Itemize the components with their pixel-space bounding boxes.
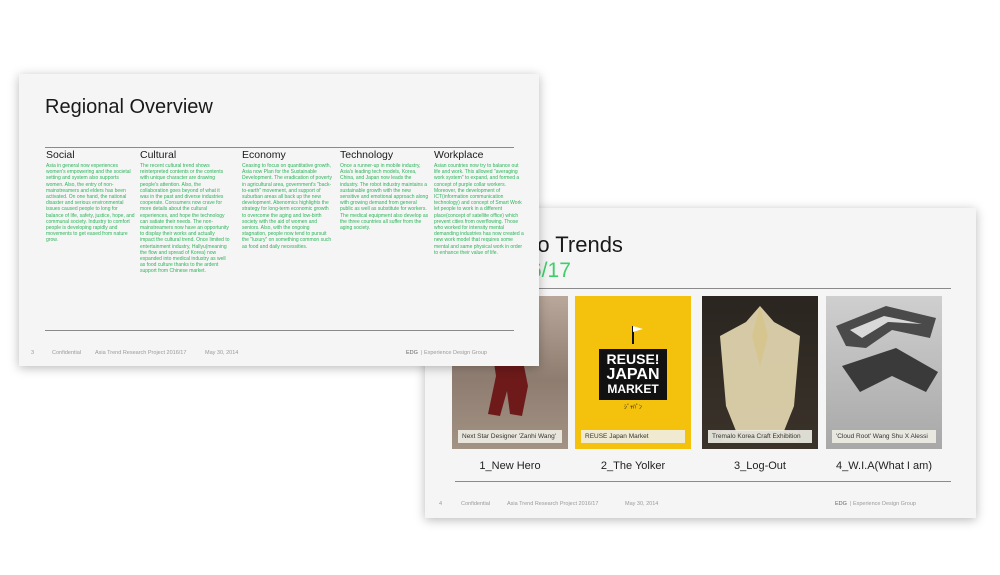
page-number: 3: [31, 350, 35, 356]
footer-project: Asia Trend Research Project 2016/17: [507, 501, 599, 507]
garment-photo: [720, 306, 800, 441]
card-caption: Next Star Designer 'Zanhi Wang': [458, 430, 562, 443]
column-heading: Technology: [340, 149, 394, 161]
trend-card-wia[interactable]: 'Cloud Root' Wang Shu X Alessi: [826, 296, 942, 449]
column-body: Asia in general now experiences women's …: [46, 163, 135, 244]
column-economy: Economy Ceasing to focus on quantitative…: [242, 149, 332, 250]
footer-org-full: | Experience Design Group: [421, 350, 487, 356]
divider: [455, 481, 951, 482]
footer-project: Asia Trend Research Project 2016/17: [95, 350, 187, 356]
card-label: 2_The Yolker: [600, 460, 666, 472]
object-photo: [836, 306, 938, 392]
slide-title: ro Trends: [530, 232, 623, 257]
column-heading: Economy: [242, 149, 286, 161]
slide-regional-overview: Regional Overview Social Asia in general…: [19, 74, 539, 366]
column-heading: Cultural: [140, 149, 177, 161]
card-caption: Tremalo Korea Craft Exhibition: [708, 430, 812, 443]
column-technology: Technology Once a runner-up in mobile in…: [340, 149, 430, 231]
divider: [45, 147, 514, 148]
footer-date: May 30, 2014: [625, 501, 659, 507]
column-cultural: Cultural The recent cultural trend shows…: [140, 149, 230, 275]
footer-org: EDG: [835, 501, 847, 507]
page-number: 4: [439, 501, 443, 507]
footer-confidential: Confidential: [52, 350, 82, 356]
logo-line: REUSE!: [606, 351, 660, 367]
footer-confidential: Confidential: [461, 501, 491, 507]
slide-title: Regional Overview: [45, 96, 213, 118]
logo-line: JAPAN: [606, 366, 660, 383]
logo-subtext: ｼﾞｬﾊﾟﾝ: [623, 405, 642, 411]
footer-org: EDG: [406, 350, 418, 356]
card-label: 4_W.I.A(What I am): [836, 460, 932, 472]
footer-org-full: | Experience Design Group: [850, 501, 916, 507]
card-caption: 'Cloud Root' Wang Shu X Alessi: [832, 430, 936, 443]
column-body: The recent cultural trend shows reinterp…: [140, 163, 230, 275]
trend-card-the-yolker[interactable]: REUSE! JAPAN MARKET ｼﾞｬﾊﾟﾝ REUSE Japan M…: [575, 296, 691, 449]
column-body: Asian countries now try to balance out l…: [434, 163, 524, 256]
column-social: Social Asia in general now experiences w…: [46, 149, 136, 244]
footer-date: May 30, 2014: [205, 350, 239, 356]
column-body: Ceasing to focus on quantitative growth,…: [242, 163, 332, 250]
logo-line: MARKET: [607, 382, 659, 396]
card-label: 3_Log-Out: [734, 460, 786, 472]
column-heading: Workplace: [434, 149, 484, 161]
column-body: Once a runner-up in mobile industry, Asi…: [340, 163, 429, 232]
card-caption: REUSE Japan Market: [581, 430, 685, 443]
reuse-japan-logo: REUSE! JAPAN MARKET ｼﾞｬﾊﾟﾝ: [599, 324, 667, 411]
divider: [45, 330, 514, 331]
flag-icon: [632, 326, 643, 344]
column-workplace: Workplace Asian countries now try to bal…: [434, 149, 524, 256]
trend-card-log-out[interactable]: Tremalo Korea Craft Exhibition: [702, 296, 818, 449]
card-label: 1_New Hero: [479, 460, 541, 472]
column-heading: Social: [46, 149, 75, 161]
